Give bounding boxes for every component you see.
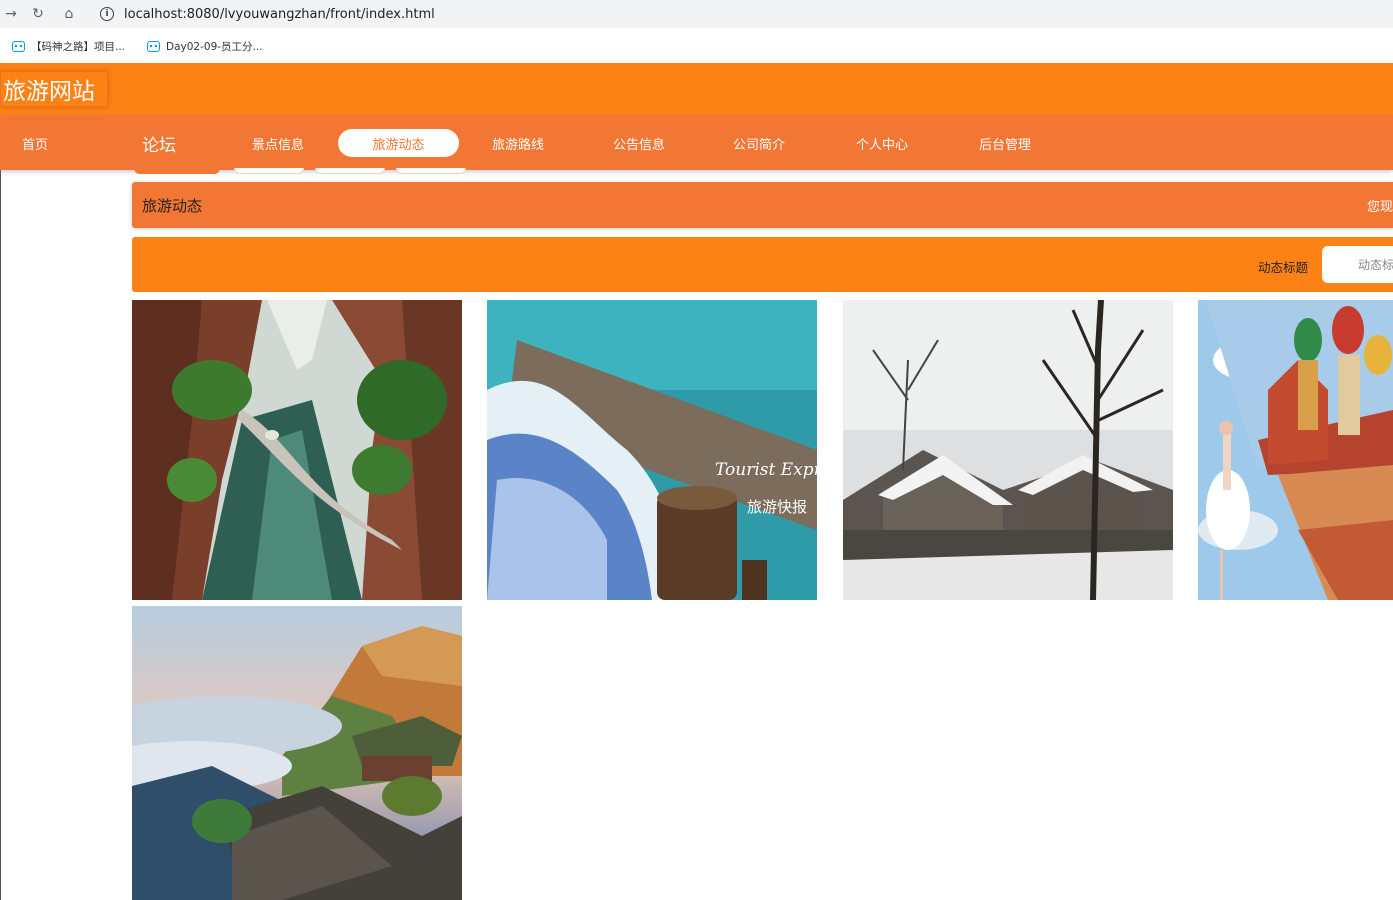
- nav-home[interactable]: 首页: [20, 129, 50, 157]
- bookmark-label: Day02-09-员工分...: [166, 40, 263, 53]
- bookmark-item[interactable]: Day02-09-员工分...: [147, 39, 263, 54]
- section-header: 旅游动态 您现: [132, 182, 1393, 228]
- home-icon[interactable]: ⌂: [58, 3, 80, 25]
- tab-shadow: [234, 168, 304, 174]
- overlay-text-cn: 旅游快报: [747, 498, 807, 516]
- gallery-card-russia[interactable]: [1198, 300, 1393, 600]
- russia-cathedral-image: [1198, 300, 1393, 600]
- waterfall-image: Tourist Express 旅游快报: [487, 300, 817, 600]
- nav-routes[interactable]: 旅游路线: [490, 129, 546, 157]
- canyon-image: [132, 300, 462, 600]
- back-arrow-icon[interactable]: →: [0, 3, 22, 25]
- tab-shadow: [396, 168, 466, 174]
- tab-shadow: [315, 168, 385, 174]
- snow-village-image: [843, 300, 1173, 600]
- nav-announcements[interactable]: 公告信息: [611, 129, 667, 157]
- browser-address-bar: → ↻ ⌂ i localhost:8080/lvyouwangzhan/fro…: [0, 0, 1393, 28]
- main-navbar: 首页 论坛 景点信息 旅游动态 旅游路线 公告信息 公司简介 个人中心 后台管理: [0, 115, 1393, 170]
- gallery-card-canyon[interactable]: [132, 300, 462, 600]
- nav-travel-news[interactable]: 旅游动态: [338, 129, 459, 157]
- search-bar: 动态标题: [132, 237, 1393, 292]
- gallery-card-mountain[interactable]: [132, 606, 462, 900]
- info-icon[interactable]: i: [100, 7, 114, 21]
- site-logo[interactable]: 旅游网站: [0, 71, 108, 107]
- nav-forum[interactable]: 论坛: [140, 129, 178, 157]
- bilibili-icon: [147, 40, 161, 52]
- breadcrumb-location: 您现: [1366, 200, 1393, 215]
- nav-company-intro[interactable]: 公司简介: [731, 129, 787, 157]
- bookmark-label: 【码神之路】项目...: [31, 40, 126, 53]
- nav-personal-center[interactable]: 个人中心: [854, 129, 910, 157]
- search-label: 动态标题: [1258, 260, 1309, 275]
- site-header: 旅游网站: [0, 63, 1393, 115]
- gallery-card-waterfall[interactable]: Tourist Express 旅游快报: [487, 300, 817, 600]
- url-text: localhost:8080/lvyouwangzhan/front/index…: [124, 6, 435, 22]
- tab-shadow: [134, 168, 220, 174]
- section-title: 旅游动态: [142, 197, 203, 215]
- bilibili-icon: [12, 40, 25, 52]
- gallery-card-snow-village[interactable]: [843, 300, 1173, 600]
- overlay-text-en: Tourist Express: [715, 460, 817, 480]
- nav-attractions[interactable]: 景点信息: [250, 129, 306, 157]
- reload-icon[interactable]: ↻: [27, 3, 49, 25]
- search-input[interactable]: [1322, 246, 1393, 283]
- mountain-clouds-image: [132, 606, 462, 900]
- left-divider: [0, 170, 1, 900]
- url-field[interactable]: i localhost:8080/lvyouwangzhan/front/ind…: [92, 2, 1392, 26]
- bookmark-item[interactable]: 【码神之路】项目...: [12, 39, 125, 54]
- bookmarks-bar: 【码神之路】项目... Day02-09-员工分...: [0, 32, 1393, 60]
- nav-admin[interactable]: 后台管理: [977, 129, 1033, 157]
